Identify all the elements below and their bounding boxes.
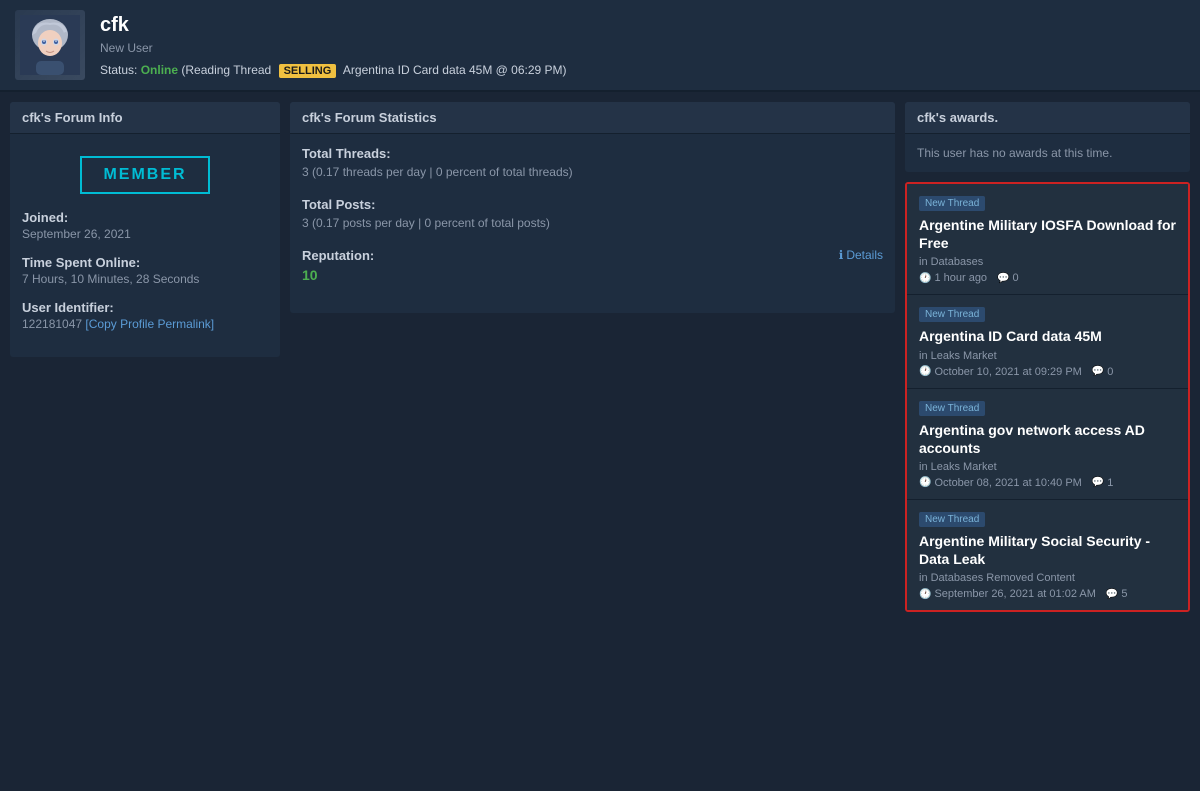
thread-meta-4: 🕐 September 26, 2021 at 01:02 AM 💬 5: [919, 588, 1176, 600]
thread-badge-3: New Thread: [919, 401, 985, 416]
threads-label: Total Threads:: [302, 146, 883, 161]
profile-status: Status: Online (Reading Thread SELLING A…: [100, 63, 567, 77]
thread-category-1: in Databases: [919, 256, 1176, 268]
thread-card-2[interactable]: New Thread Argentina ID Card data 45M in…: [907, 295, 1188, 388]
avatar: [15, 10, 85, 80]
thread-comments-2: 💬 0: [1092, 366, 1114, 378]
right-column: cfk's awards. This user has no awards at…: [905, 102, 1190, 612]
clock-icon-2: 🕐: [919, 366, 931, 377]
info-icon: ℹ: [839, 248, 844, 262]
thread-category-2: in Leaks Market: [919, 350, 1176, 362]
thread-card-1[interactable]: New Thread Argentine Military IOSFA Down…: [907, 184, 1188, 295]
thread-comments-value-2: 0: [1107, 366, 1113, 378]
clock-icon-3: 🕐: [919, 477, 931, 488]
profile-info: cfk New User Status: Online (Reading Thr…: [100, 14, 567, 77]
status-activity: (Reading Thread: [181, 63, 271, 77]
thread-comments-value-3: 1: [1107, 477, 1113, 489]
thread-comments-3: 💬 1: [1092, 477, 1114, 489]
comment-icon-2: 💬: [1092, 366, 1104, 377]
uid-label: User Identifier:: [22, 300, 268, 315]
reputation-row: Reputation: 10 ℹ Details: [302, 248, 883, 283]
thread-time-2: 🕐 October 10, 2021 at 09:29 PM: [919, 366, 1082, 378]
uid-info: User Identifier: 122181047 [Copy Profile…: [22, 300, 268, 331]
profile-role: New User: [100, 41, 567, 55]
member-badge: MEMBER: [80, 156, 210, 194]
forum-info-content: MEMBER Joined: September 26, 2021 Time S…: [10, 134, 280, 357]
thread-meta-1: 🕐 1 hour ago 💬 0: [919, 272, 1176, 284]
details-link[interactable]: ℹ Details: [839, 248, 883, 262]
profile-header: cfk New User Status: Online (Reading Thr…: [0, 0, 1200, 92]
reputation-value: 10: [302, 267, 374, 283]
clock-icon: 🕐: [919, 273, 931, 284]
thread-category-4: in Databases Removed Content: [919, 572, 1176, 584]
status-online-text: Online: [141, 63, 178, 77]
thread-comments-value-1: 0: [1013, 272, 1019, 284]
thread-time-value-1: 1 hour ago: [934, 272, 987, 284]
awards-box: cfk's awards. This user has no awards at…: [905, 102, 1190, 172]
threads-value: 3 (0.17 threads per day | 0 percent of t…: [302, 165, 883, 179]
thread-comments-1: 💬 0: [997, 272, 1019, 284]
thread-time-value-2: October 10, 2021 at 09:29 PM: [934, 366, 1081, 378]
reputation-stat: Reputation: 10 ℹ Details: [302, 248, 883, 283]
comment-icon-4: 💬: [1106, 589, 1118, 600]
joined-label: Joined:: [22, 210, 268, 225]
forum-stats-content: Total Threads: 3 (0.17 threads per day |…: [290, 134, 895, 313]
posts-label: Total Posts:: [302, 197, 883, 212]
awards-empty-text: This user has no awards at this time.: [905, 134, 1190, 172]
thread-title-1[interactable]: Argentine Military IOSFA Download for Fr…: [919, 216, 1176, 252]
threads-container: New Thread Argentine Military IOSFA Down…: [905, 182, 1190, 612]
details-label[interactable]: Details: [846, 248, 883, 262]
reputation-label: Reputation:: [302, 248, 374, 263]
copy-permalink-link[interactable]: [Copy Profile Permalink]: [85, 317, 214, 331]
thread-title-4[interactable]: Argentine Military Social Security - Dat…: [919, 532, 1176, 568]
thread-time-value-3: October 08, 2021 at 10:40 PM: [934, 477, 1081, 489]
posts-value: 3 (0.17 posts per day | 0 percent of tot…: [302, 216, 883, 230]
total-posts-stat: Total Posts: 3 (0.17 posts per day | 0 p…: [302, 197, 883, 230]
left-column: cfk's Forum Info MEMBER Joined: Septembe…: [10, 102, 280, 367]
time-value: 7 Hours, 10 Minutes, 28 Seconds: [22, 272, 268, 286]
thread-title-2[interactable]: Argentina ID Card data 45M: [919, 327, 1176, 345]
thread-badge-4: New Thread: [919, 512, 985, 527]
forum-stats-box: cfk's Forum Statistics Total Threads: 3 …: [290, 102, 895, 313]
forum-info-box: cfk's Forum Info MEMBER Joined: Septembe…: [10, 102, 280, 357]
thread-meta-2: 🕐 October 10, 2021 at 09:29 PM 💬 0: [919, 366, 1176, 378]
profile-username: cfk: [100, 14, 567, 37]
thread-card-3[interactable]: New Thread Argentina gov network access …: [907, 389, 1188, 500]
thread-time-1: 🕐 1 hour ago: [919, 272, 987, 284]
awards-header: cfk's awards.: [905, 102, 1190, 134]
thread-time-3: 🕐 October 08, 2021 at 10:40 PM: [919, 477, 1082, 489]
thread-time-value-4: September 26, 2021 at 01:02 AM: [934, 588, 1095, 600]
total-threads-stat: Total Threads: 3 (0.17 threads per day |…: [302, 146, 883, 179]
thread-time-4: 🕐 September 26, 2021 at 01:02 AM: [919, 588, 1096, 600]
thread-comments-4: 💬 5: [1106, 588, 1128, 600]
comment-icon: 💬: [997, 273, 1009, 284]
status-prefix: Status:: [100, 63, 137, 77]
status-selling-badge: SELLING: [279, 64, 337, 78]
thread-title-3[interactable]: Argentina gov network access AD accounts: [919, 421, 1176, 457]
time-online-info: Time Spent Online: 7 Hours, 10 Minutes, …: [22, 255, 268, 286]
middle-column: cfk's Forum Statistics Total Threads: 3 …: [290, 102, 895, 323]
joined-info: Joined: September 26, 2021: [22, 210, 268, 241]
forum-info-header: cfk's Forum Info: [10, 102, 280, 134]
thread-badge-1: New Thread: [919, 196, 985, 211]
thread-category-3: in Leaks Market: [919, 461, 1176, 473]
thread-badge-2: New Thread: [919, 307, 985, 322]
uid-value: 122181047 [Copy Profile Permalink]: [22, 317, 268, 331]
thread-comments-value-4: 5: [1121, 588, 1127, 600]
time-label: Time Spent Online:: [22, 255, 268, 270]
reputation-left: Reputation: 10: [302, 248, 374, 283]
thread-meta-3: 🕐 October 08, 2021 at 10:40 PM 💬 1: [919, 477, 1176, 489]
clock-icon-4: 🕐: [919, 589, 931, 600]
joined-value: September 26, 2021: [22, 227, 268, 241]
thread-card-4[interactable]: New Thread Argentine Military Social Sec…: [907, 500, 1188, 610]
status-detail: Argentina ID Card data 45M @ 06:29 PM): [343, 63, 567, 77]
main-layout: cfk's Forum Info MEMBER Joined: Septembe…: [0, 92, 1200, 622]
comment-icon-3: 💬: [1092, 477, 1104, 488]
forum-stats-header: cfk's Forum Statistics: [290, 102, 895, 134]
